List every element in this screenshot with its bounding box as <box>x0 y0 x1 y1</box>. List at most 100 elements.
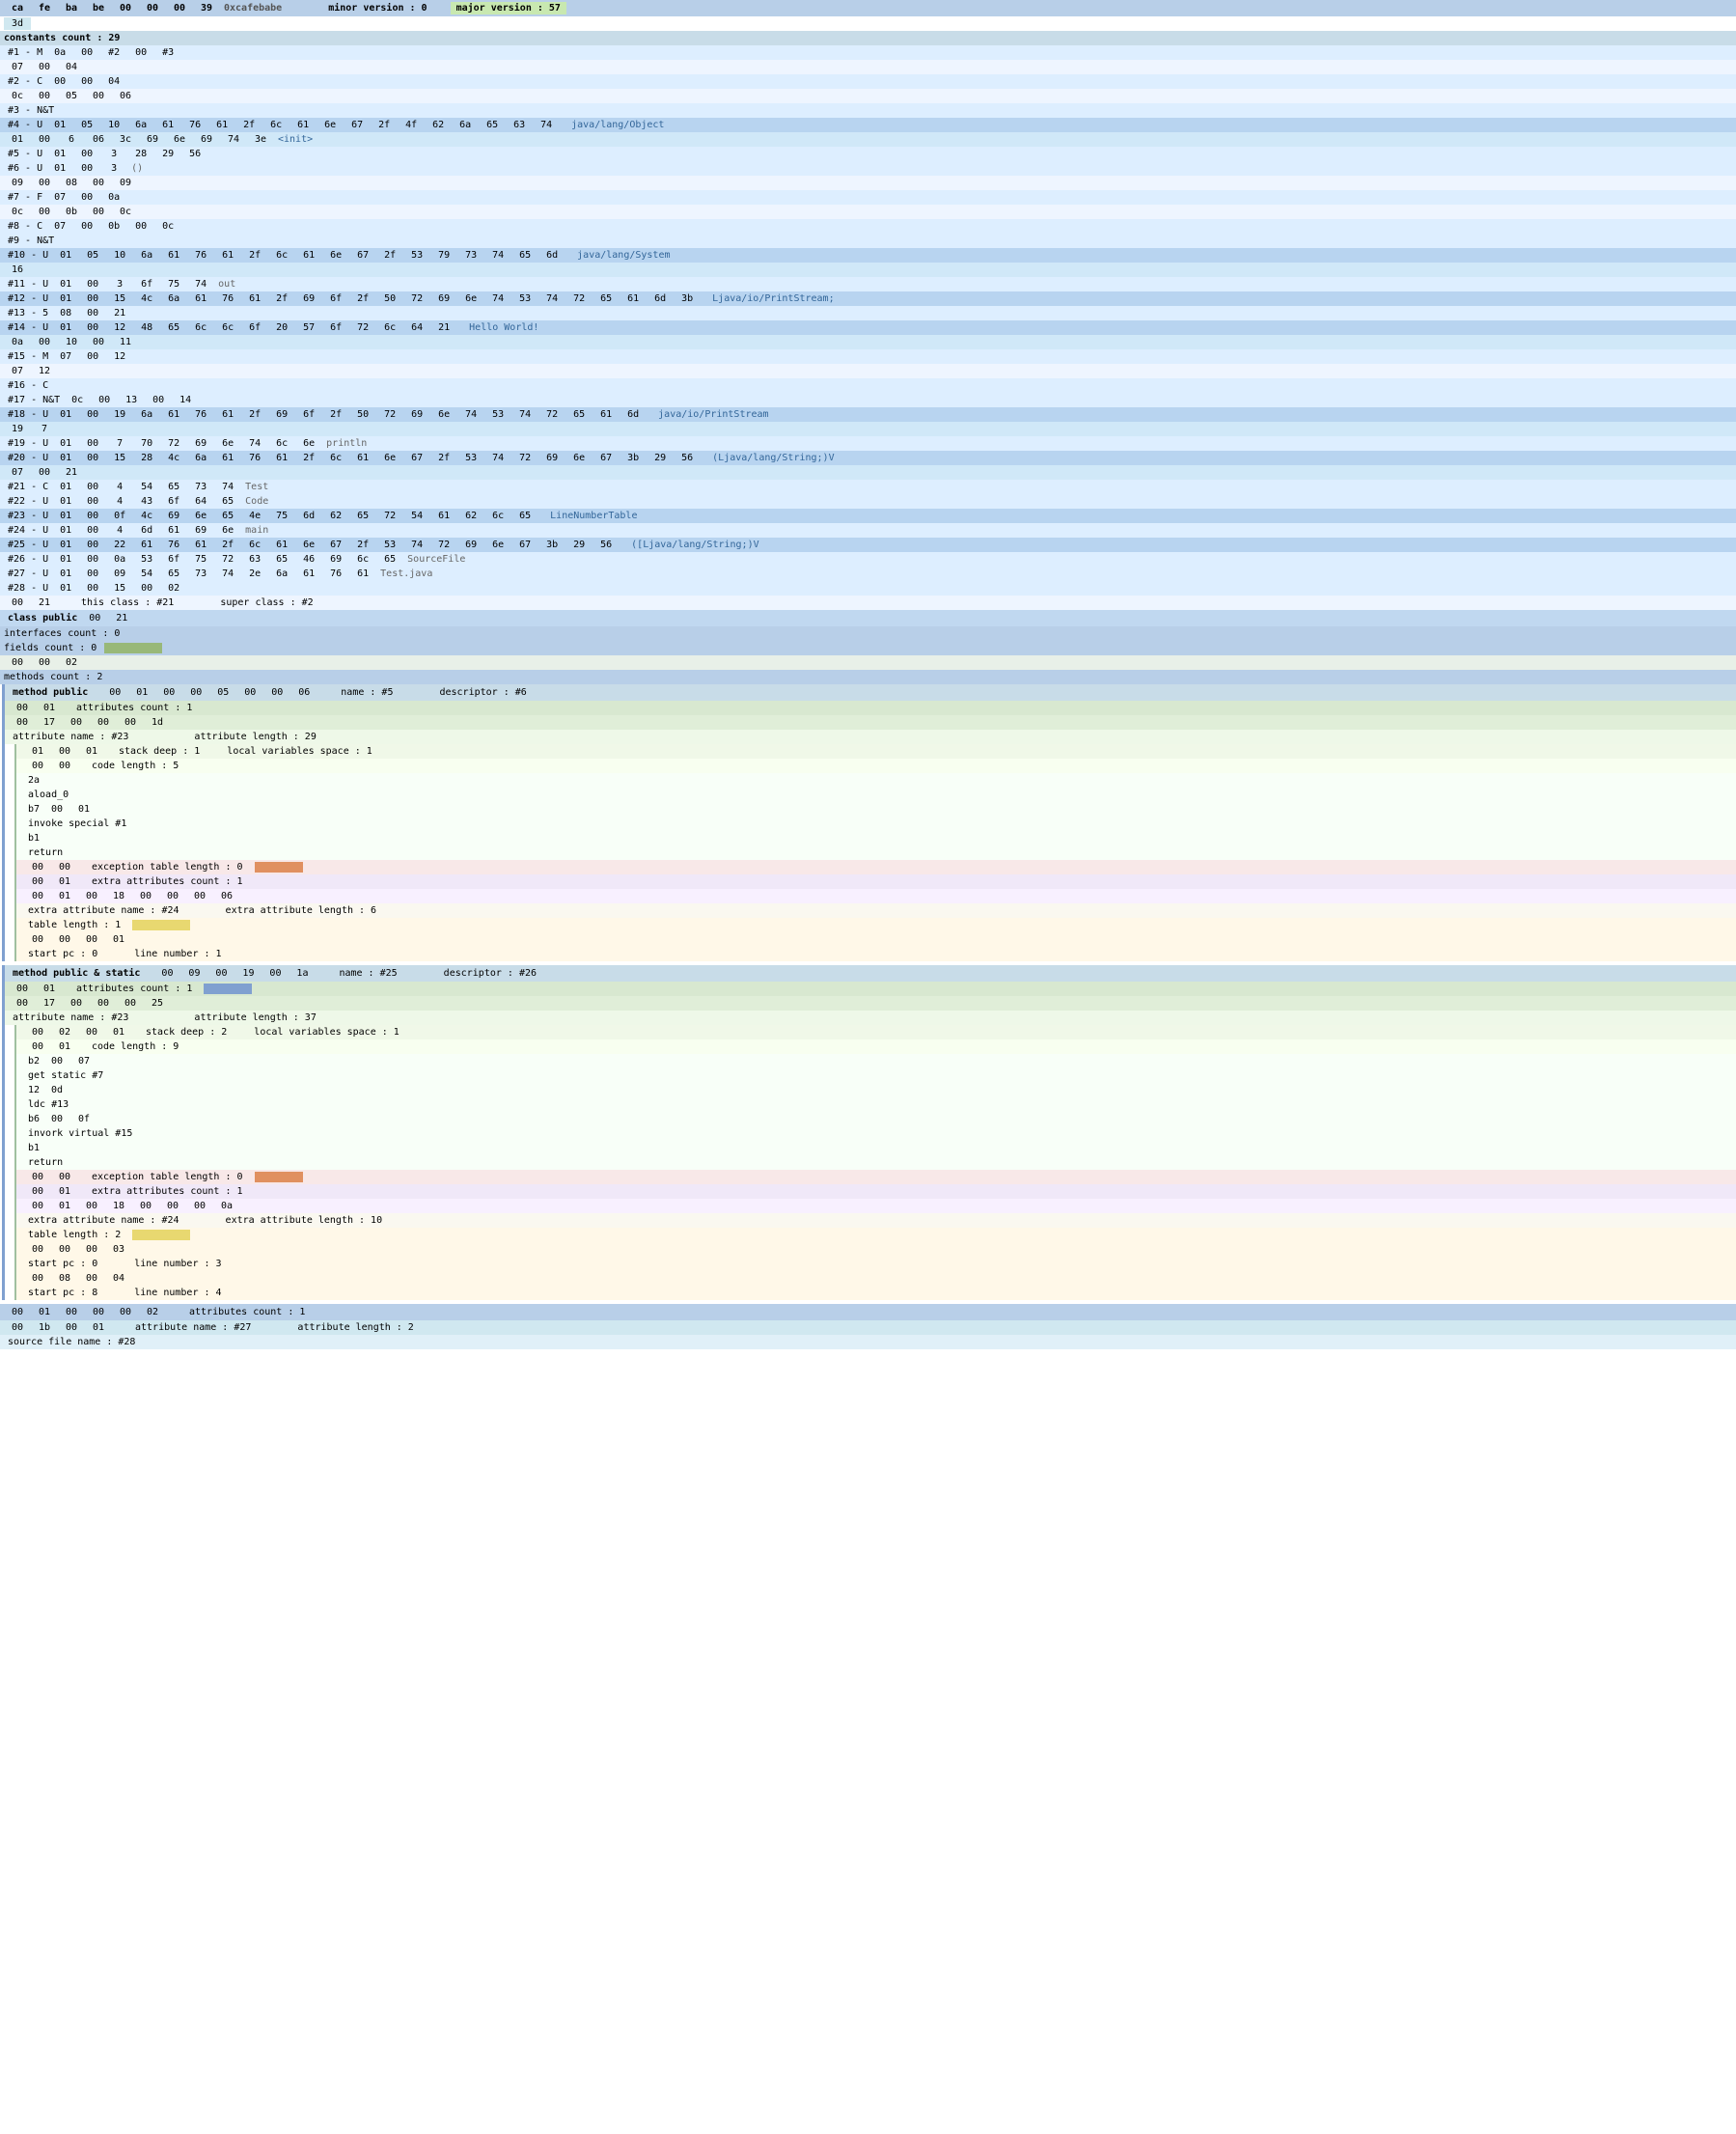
m2-attr-length: attribute length : 37 <box>190 1012 319 1024</box>
entry-8-label: #8 - C <box>4 220 46 233</box>
e4-3c: 3c <box>112 133 139 146</box>
method2-label: method public & static <box>9 967 144 980</box>
entry-9: #9 - N&T <box>0 234 1736 248</box>
m1-extra-attrs: extra attributes count : 1 <box>88 875 247 888</box>
e4-74: 74 <box>533 119 560 131</box>
entry-21-label: #21 - C <box>4 481 52 493</box>
entry-22: #22 - U 01 00 4 43 6f 64 65 Code <box>0 494 1736 509</box>
m2-exc-table: exception table length : 0 <box>88 1171 247 1183</box>
m2-code-length: code length : 9 <box>88 1040 182 1053</box>
entry-1-label: #1 - M <box>4 46 46 59</box>
file-attrs-count-label: attributes count : 1 <box>185 1306 309 1318</box>
entry-7: #7 - F 07 00 0a 0c 00 0b 00 0c <box>0 190 1736 219</box>
e4-3e: 3e <box>247 133 274 146</box>
file-attrs-count-row: 00 01 00 00 00 02 attributes count : 1 <box>0 1304 1736 1320</box>
entry-17-label: #17 - N&T <box>4 394 64 406</box>
m2-attrs-count: attributes count : 1 <box>72 983 196 995</box>
entry-14-label: #14 - U <box>4 321 52 334</box>
entry-1: #1 - M 0a 00 #2 00 #3 07 00 04 <box>0 45 1736 74</box>
m1-attr-name: attribute name : #23 <box>9 731 132 743</box>
e4-01b: 01 <box>4 133 31 146</box>
method2-code: 00 02 00 01 stack deep : 2 local variabl… <box>14 1025 1736 1300</box>
header-be: be <box>85 2 112 14</box>
entry-11-label: #11 - U <box>4 278 52 291</box>
e2-00: 00 <box>46 75 73 88</box>
entry-27: #27 - U 01 00 09 54 65 73 74 2e 6a 61 76… <box>0 567 1736 581</box>
m2-attr-name: attribute name : #23 <box>9 1012 132 1024</box>
e2-05: 05 <box>58 90 85 102</box>
e4-67: 67 <box>344 119 371 131</box>
e4-76: 76 <box>181 119 208 131</box>
entry-4: #4 - U 01 05 10 6a 61 76 61 2f 6c 61 6e … <box>0 118 1736 147</box>
entry-16-label: #16 - C <box>4 379 52 392</box>
e4-6: 6 <box>58 133 85 146</box>
header-fe: fe <box>31 2 58 14</box>
e4-init: <init> <box>274 133 317 146</box>
method1-code: 01 00 01 stack deep : 1 local variables … <box>14 744 1736 961</box>
entry-11: #11 - U 01 00 3 6f 75 74 out <box>0 277 1736 291</box>
e1-03: #3 <box>154 46 181 59</box>
e4-4f: 4f <box>398 119 425 131</box>
m2-extra-attr-length: extra attribute length : 10 <box>222 1214 387 1227</box>
entry-4-label: #4 - U <box>4 119 46 131</box>
entry-6: #6 - U 01 00 3 () 09 00 08 00 09 <box>0 161 1736 190</box>
fields-count-row: fields count : 0 <box>0 641 1736 655</box>
source-file-label: source file name : #28 <box>4 1336 139 1348</box>
e4-62: 62 <box>425 119 452 131</box>
entry-2-label: #2 - C <box>4 75 46 88</box>
e4-6a: 6a <box>127 119 154 131</box>
m1-table-length: table length : 1 <box>24 919 124 931</box>
entry-16: #16 - C <box>0 378 1736 393</box>
entry-24: #24 - U 01 00 4 6d 61 69 6e main <box>0 523 1736 538</box>
entry-22-label: #22 - U <box>4 495 52 508</box>
interfaces-count-row: interfaces count : 0 <box>0 626 1736 641</box>
entry-20-label: #20 - U <box>4 452 52 464</box>
e4-6e: 6e <box>317 119 344 131</box>
e4-61c: 61 <box>289 119 317 131</box>
m1-extra-attr-name: extra attribute name : #24 <box>24 904 183 917</box>
entry-10: #10 - U 01 05 10 6a 61 76 61 2f 6c 61 6e… <box>0 248 1736 277</box>
entry-14: #14 - U 01 00 12 48 65 6c 6c 6f 20 57 6f… <box>0 320 1736 349</box>
method1-label: method public <box>9 686 92 699</box>
e2-04: 04 <box>100 75 127 88</box>
entry-25-label: #25 - U <box>4 539 52 551</box>
file-attrs-section: 00 01 00 00 00 02 attributes count : 1 0… <box>0 1304 1736 1349</box>
m1-start-pc: start pc : 0 <box>24 948 101 960</box>
e1-00c: 00 <box>31 61 58 73</box>
e5-28: 28 <box>127 148 154 160</box>
e1-04: 04 <box>58 61 85 73</box>
m2-extra-attrs: extra attributes count : 1 <box>88 1185 247 1198</box>
m1-exc-table: exception table length : 0 <box>88 861 247 873</box>
entry-15: #15 - M 07 00 12 07 12 <box>0 349 1736 378</box>
class-public: class public 00 21 <box>0 610 1736 626</box>
entry-13-label: #13 - 5 <box>4 307 52 319</box>
file-attr-length: attribute length : 2 <box>293 1321 417 1334</box>
entry-26: #26 - U 01 00 0a 53 6f 75 72 63 65 46 69… <box>0 552 1736 567</box>
methods-count-label: methods count : 2 <box>4 672 102 682</box>
entry-10-label: #10 - U <box>4 249 52 262</box>
interfaces-count-label: interfaces count : 0 <box>4 628 120 639</box>
m2-extra-attr-name: extra attribute name : #24 <box>24 1214 183 1227</box>
entry-20: #20 - U 01 00 15 28 4c 6a 61 76 61 2f 6c… <box>0 451 1736 480</box>
e1-00: 00 <box>73 46 100 59</box>
entry-2: #2 - C 00 00 04 0c 00 05 00 06 <box>0 74 1736 103</box>
entry-25: #25 - U 01 00 22 61 76 61 2f 6c 61 6e 67… <box>0 538 1736 552</box>
row-3d: 3d <box>0 16 1736 31</box>
m1-line-number: line number : 1 <box>130 948 225 960</box>
fields-count-label: fields count : 0 <box>4 643 96 653</box>
entry-7-label: #7 - F <box>4 191 46 204</box>
header-39: 39 <box>193 2 220 14</box>
entry-28-label: #28 - U <box>4 582 52 595</box>
e1-00b: 00 <box>127 46 154 59</box>
e4-6c: 6c <box>262 119 289 131</box>
e2-00a: 00 <box>31 90 58 102</box>
magic-label: 0xcafebabe <box>220 2 286 14</box>
e4-63: 63 <box>506 119 533 131</box>
methods-count-row: methods count : 2 <box>0 670 1736 684</box>
e5-00: 00 <box>73 148 100 160</box>
e1-02: #2 <box>100 46 127 59</box>
entry-5: #5 - U 01 00 3 28 29 56 <box>0 147 1736 161</box>
entry-24-label: #24 - U <box>4 524 52 537</box>
minor-version: minor version : 0 <box>324 2 430 14</box>
entry-23: #23 - U 01 00 0f 4c 69 6e 65 4e 75 6d 62… <box>0 509 1736 523</box>
